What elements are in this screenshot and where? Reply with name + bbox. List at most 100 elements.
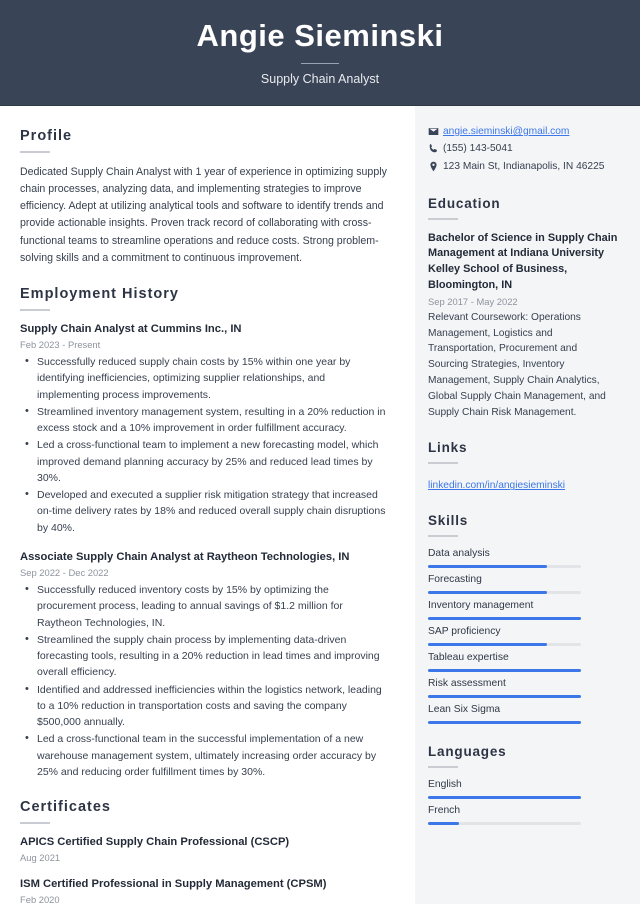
- job-bullet: Streamlined the supply chain process by …: [20, 631, 389, 681]
- language: English: [428, 779, 620, 800]
- resume-page: Angie Sieminski Supply Chain Analyst Pro…: [0, 0, 640, 905]
- skill-label: Inventory management: [428, 600, 534, 612]
- skill-level-track: [428, 565, 581, 569]
- skill-level-track: [428, 591, 581, 595]
- contact-text: (155) 143-5041: [443, 143, 513, 154]
- links-heading: Links: [428, 440, 468, 456]
- employment-heading: Employment History: [20, 285, 179, 302]
- section-divider: [20, 151, 50, 153]
- envelope-icon: [428, 126, 443, 137]
- education-degree: Bachelor of Science in Supply Chain Mana…: [428, 231, 618, 291]
- contact-row: angie.sieminski@gmail.com: [428, 126, 620, 137]
- skills-heading: Skills: [428, 513, 469, 529]
- language: French: [428, 805, 620, 826]
- contact-list: angie.sieminski@gmail.com (155) 143-5041 1…: [428, 126, 620, 174]
- job-bullet-list: Successfully reduced inventory costs by …: [20, 581, 389, 780]
- language-level-track: [428, 822, 581, 826]
- skill-level-fill: [428, 695, 581, 699]
- contact-row: 123 Main St, Indianapolis, IN 46225: [428, 160, 620, 173]
- job-bullet: Led a cross-functional team to implement…: [20, 436, 389, 486]
- job-bullet: Streamlined inventory management system,…: [20, 403, 389, 437]
- skill-label: Tableau expertise: [428, 652, 509, 664]
- certificates-section: Certificates APICS Certified Supply Chai…: [20, 799, 389, 905]
- contact-email-link[interactable]: angie.sieminski@gmail.com: [443, 126, 569, 137]
- certificate-date: Aug 2021: [20, 852, 61, 864]
- job-bullet-list: Successfully reduced supply chain costs …: [20, 353, 389, 536]
- language-level-track: [428, 796, 581, 800]
- links-section: Links linkedin.com/in/angiesieminski: [428, 440, 620, 493]
- skill-level-track: [428, 669, 581, 673]
- location-pin-icon: [428, 161, 443, 172]
- profile-section: Profile Dedicated Supply Chain Analyst w…: [20, 128, 389, 267]
- resume-body: Profile Dedicated Supply Chain Analyst w…: [0, 106, 640, 905]
- skill-level-fill: [428, 565, 548, 569]
- certificate-entry: ISM Certified Professional in Supply Man…: [20, 877, 389, 905]
- skill-label: Data analysis: [428, 548, 490, 560]
- job-bullet: Successfully reduced inventory costs by …: [20, 581, 389, 631]
- skill-level-fill: [428, 669, 581, 673]
- link-list: linkedin.com/in/angiesieminski: [428, 475, 620, 493]
- language-label: English: [428, 779, 462, 791]
- section-divider: [20, 822, 50, 825]
- education-section: Education Bachelor of Science in Supply …: [428, 196, 620, 421]
- phone-icon: [428, 143, 443, 154]
- skill: SAP proficiency: [428, 626, 620, 647]
- main-column: Profile Dedicated Supply Chain Analyst w…: [0, 106, 415, 905]
- certificate-list: APICS Certified Supply Chain Professiona…: [20, 835, 389, 905]
- skill-level-track: [428, 695, 581, 699]
- skill: Tableau expertise: [428, 652, 620, 673]
- skill-level-fill: [428, 617, 581, 621]
- certificate-date: Feb 2020: [20, 894, 60, 905]
- job-title: Supply Chain Analyst at Cummins Inc., IN: [20, 322, 242, 335]
- skill: Lean Six Sigma: [428, 704, 620, 725]
- skill-level-fill: [428, 721, 581, 725]
- education-date: Sep 2017 - May 2022: [428, 295, 518, 307]
- profile-link[interactable]: linkedin.com/in/angiesieminski: [428, 480, 565, 491]
- job-title: Associate Supply Chain Analyst at Raythe…: [20, 550, 350, 563]
- language-level-fill: [428, 796, 581, 800]
- skill-list: Data analysis Forecasting Inventory manage…: [428, 548, 620, 725]
- header-divider: [301, 62, 339, 64]
- skill-level-fill: [428, 643, 548, 647]
- candidate-job-title: Supply Chain Analyst: [260, 71, 380, 86]
- employment-section: Employment History Supply Chain Analyst …: [20, 286, 389, 780]
- section-divider: [428, 766, 458, 769]
- skill-label: SAP proficiency: [428, 626, 501, 638]
- skill-label: Lean Six Sigma: [428, 704, 501, 716]
- skill: Forecasting: [428, 574, 620, 595]
- job-entry: Associate Supply Chain Analyst at Raythe…: [20, 550, 389, 780]
- section-divider: [428, 462, 458, 465]
- education-coursework: Relevant Coursework: Operations Manageme…: [428, 311, 606, 418]
- section-divider: [20, 308, 50, 311]
- certificate-entry: APICS Certified Supply Chain Professiona…: [20, 835, 389, 863]
- languages-heading: Languages: [428, 744, 507, 760]
- resume-header: Angie Sieminski Supply Chain Analyst: [0, 0, 640, 106]
- languages-section: Languages English French: [428, 744, 620, 826]
- language-label: French: [428, 805, 461, 817]
- job-entry: Supply Chain Analyst at Cummins Inc., IN…: [20, 322, 389, 536]
- skill-label: Forecasting: [428, 574, 482, 586]
- section-divider: [428, 535, 458, 538]
- contact-text: 123 Main St, Indianapolis, IN 46225: [443, 161, 605, 173]
- education-heading: Education: [428, 195, 501, 211]
- skill-level-track: [428, 617, 581, 621]
- job-date: Sep 2022 - Dec 2022: [20, 567, 109, 579]
- skill-level-track: [428, 643, 581, 647]
- job-list: Supply Chain Analyst at Cummins Inc., IN…: [20, 322, 389, 780]
- skill: Data analysis: [428, 548, 620, 569]
- job-bullet: Successfully reduced supply chain costs …: [20, 353, 389, 403]
- skills-section: Skills Data analysis Forecasting Inventory…: [428, 513, 620, 725]
- job-date: Feb 2023 - Present: [20, 339, 101, 351]
- certificates-heading: Certificates: [20, 799, 111, 816]
- certificate-title: ISM Certified Professional in Supply Man…: [20, 878, 327, 891]
- section-divider: [428, 217, 458, 220]
- job-bullet: Developed and executed a supplier risk m…: [20, 486, 389, 536]
- language-level-fill: [428, 822, 459, 826]
- skill-level-track: [428, 721, 581, 725]
- language-list: English French: [428, 779, 620, 826]
- contact-row: (155) 143-5041: [428, 142, 620, 155]
- skill: Inventory management: [428, 600, 620, 621]
- job-bullet: Identified and addressed inefficiencies …: [20, 681, 389, 731]
- profile-heading: Profile: [20, 128, 73, 144]
- certificate-title: APICS Certified Supply Chain Professiona…: [20, 836, 290, 849]
